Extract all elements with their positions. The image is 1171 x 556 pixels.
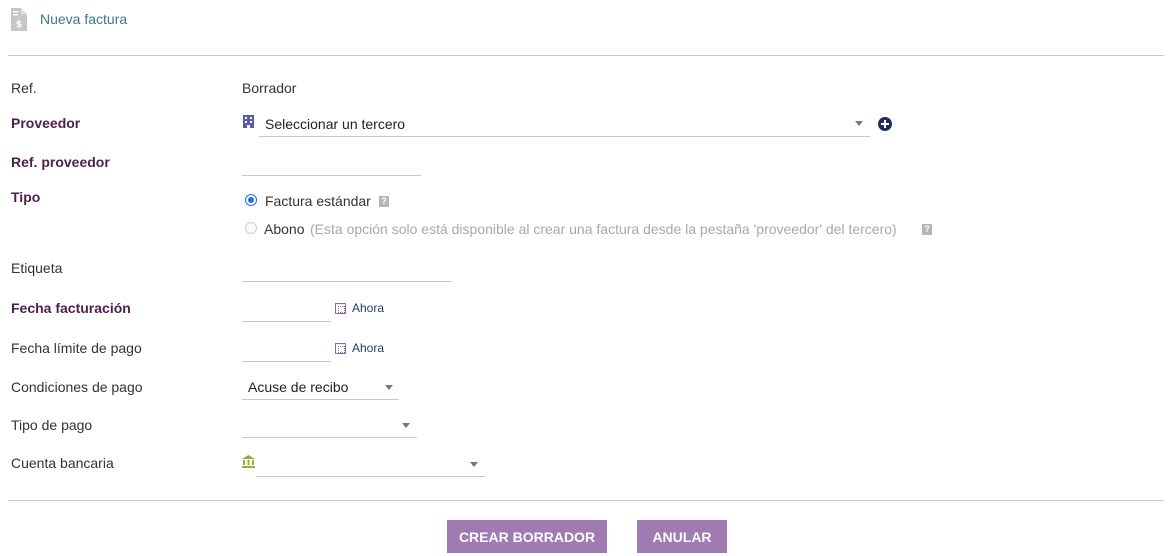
bank-icon: [242, 455, 255, 468]
chevron-down-icon: [402, 423, 410, 428]
fecha-limite-input[interactable]: [242, 338, 331, 362]
proveedor-select[interactable]: Seleccionar un tercero: [259, 112, 870, 137]
now-button[interactable]: Ahora: [352, 301, 384, 315]
tipo-pago-label: Tipo de pago: [11, 417, 93, 433]
factura-estandar-label: Factura estándar: [265, 193, 371, 209]
proveedor-label: Proveedor: [11, 115, 81, 131]
condiciones-pago-label: Condiciones de pago: [11, 379, 143, 395]
fecha-facturacion-input[interactable]: [242, 298, 331, 322]
radio-abono[interactable]: [245, 222, 257, 234]
now-button[interactable]: Ahora: [352, 341, 384, 355]
tipo-pago-select[interactable]: [242, 413, 417, 438]
chevron-down-icon: [470, 462, 478, 467]
create-draft-button[interactable]: CREAR BORRADOR: [447, 520, 607, 553]
proveedor-selected: Seleccionar un tercero: [265, 116, 406, 132]
cuenta-bancaria-label: Cuenta bancaria: [11, 455, 114, 471]
abono-note: (Esta opción solo está disponible al cre…: [310, 221, 897, 237]
svg-text:$: $: [16, 20, 22, 30]
plus-circle-icon[interactable]: [878, 117, 892, 131]
cuenta-bancaria-select[interactable]: [256, 452, 485, 477]
building-icon: [243, 115, 254, 128]
calendar-icon[interactable]: [335, 343, 346, 354]
page-title: Nueva factura: [40, 11, 128, 27]
page-header: $ Nueva factura: [10, 4, 127, 34]
tipo-label: Tipo: [11, 189, 41, 205]
help-icon[interactable]: ?: [379, 196, 389, 207]
condiciones-pago-selected: Acuse de recibo: [248, 379, 349, 395]
ref-value: Borrador: [242, 80, 297, 96]
condiciones-pago-select[interactable]: Acuse de recibo: [242, 375, 399, 400]
chevron-down-icon: [855, 121, 863, 126]
cancel-button[interactable]: ANULAR: [637, 520, 727, 553]
chevron-down-icon: [385, 385, 393, 390]
ref-proveedor-label: Ref. proveedor: [11, 154, 110, 170]
abono-label: Abono: [264, 221, 305, 237]
fecha-limite-label: Fecha límite de pago: [11, 340, 142, 356]
etiqueta-label: Etiqueta: [11, 260, 63, 276]
help-icon[interactable]: ?: [922, 224, 932, 235]
radio-factura-estandar[interactable]: [245, 194, 257, 206]
fecha-facturacion-label: Fecha facturación: [11, 300, 131, 316]
ref-proveedor-input[interactable]: [242, 152, 421, 176]
ref-label: Ref.: [11, 80, 37, 96]
header-divider: [8, 55, 1164, 56]
footer-divider: [8, 500, 1164, 501]
calendar-icon[interactable]: [335, 303, 346, 314]
etiqueta-input[interactable]: [242, 258, 452, 282]
invoice-document-icon: $: [11, 7, 27, 31]
